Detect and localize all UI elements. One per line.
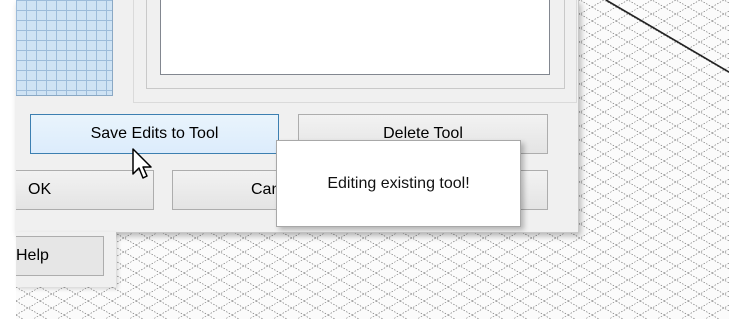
arrow-pointer-icon [131,148,153,186]
grid-preview [16,0,113,96]
editing-tooltip: Editing existing tool! [276,140,521,227]
save-edits-button[interactable]: Save Edits to Tool [30,114,279,154]
save-edits-label: Save Edits to Tool [90,125,219,142]
tool-list-box[interactable] [160,0,550,75]
help-button[interactable]: Help [16,236,104,276]
help-label: Help [16,247,49,264]
ok-label: OK [28,181,52,198]
tooltip-text: Editing existing tool! [327,174,470,192]
